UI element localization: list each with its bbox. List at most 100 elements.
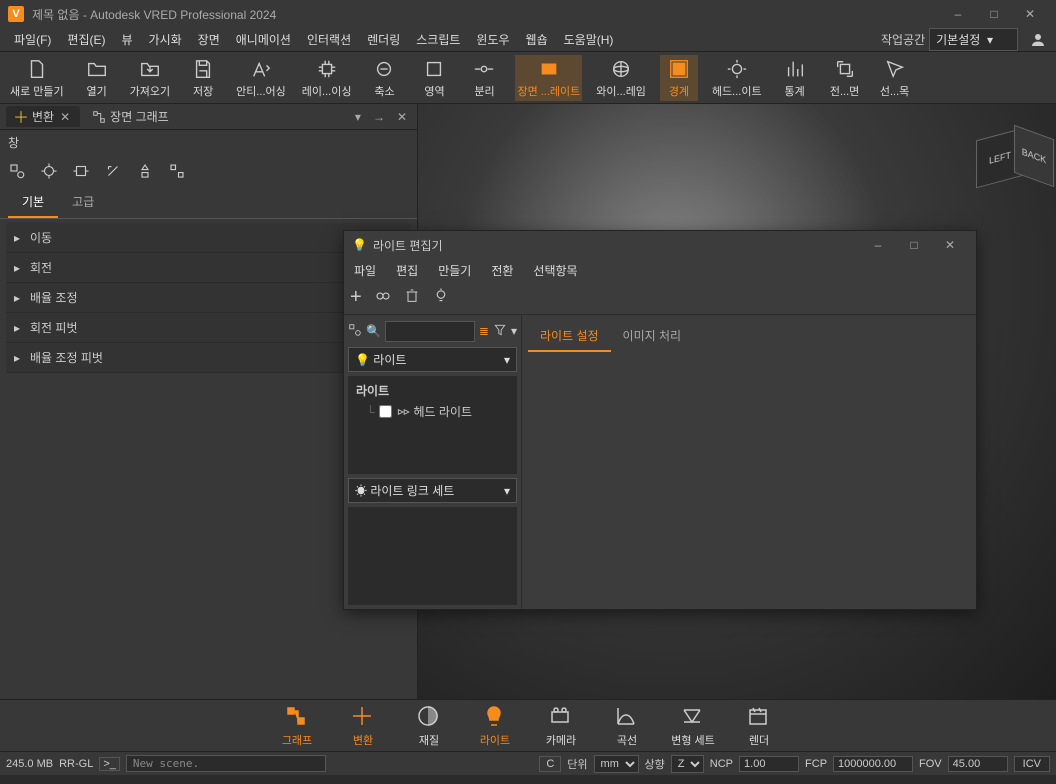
toolbtn-cpu[interactable]: 레이...이싱: [300, 55, 354, 101]
nav-1[interactable]: 변환: [339, 704, 387, 748]
viewcube[interactable]: LEFT BACK: [976, 124, 1036, 184]
delete-icon[interactable]: [404, 288, 420, 307]
tree-item-checkbox[interactable]: [379, 405, 392, 418]
search-input[interactable]: [385, 321, 475, 342]
terminal-icon[interactable]: >_: [99, 757, 120, 771]
rtab-image[interactable]: 이미지 처리: [611, 321, 694, 352]
up-select[interactable]: Z: [671, 755, 704, 773]
tree-item-headlight[interactable]: └ 헤드 라이트: [352, 401, 513, 422]
dlg-menu-convert[interactable]: 전환: [487, 262, 517, 279]
toolbtn-headlight[interactable]: 헤드...이트: [710, 55, 764, 101]
nav-3[interactable]: 라이트: [471, 704, 519, 748]
dialog-titlebar[interactable]: 💡 라이트 편집기 – □ ✕: [344, 231, 976, 259]
nav-7[interactable]: 렌더: [735, 704, 783, 748]
menu-window[interactable]: 윈도우: [468, 31, 517, 48]
add-icon[interactable]: +: [350, 286, 362, 309]
unit-select[interactable]: mm: [594, 755, 639, 773]
fov-input[interactable]: [948, 756, 1008, 772]
nav-6[interactable]: 변형 세트: [669, 704, 717, 748]
dialog-maximize[interactable]: □: [896, 233, 932, 257]
maximize-button[interactable]: □: [976, 0, 1012, 28]
pt-btn-4[interactable]: [102, 160, 124, 182]
nav-5[interactable]: 곡선: [603, 704, 651, 748]
menu-edit[interactable]: 편집(E): [59, 31, 113, 48]
tab-close-icon[interactable]: ✕: [58, 110, 72, 124]
search-mode-icon[interactable]: [348, 323, 362, 340]
menu-visualize[interactable]: 가시화: [141, 31, 190, 48]
chevron-right-icon: ▸: [14, 231, 24, 245]
dlg-menu-selection[interactable]: 선택항목: [529, 262, 581, 279]
toolbtn-label: 레이...이싱: [302, 83, 352, 99]
dlg-menu-edit[interactable]: 편집: [392, 262, 422, 279]
subtab-advanced[interactable]: 고급: [58, 187, 108, 218]
sort-icon[interactable]: ≣: [479, 324, 489, 338]
toolbtn-file[interactable]: 새로 만들기: [8, 55, 66, 101]
toolbtn-sel[interactable]: 선...목: [876, 55, 914, 101]
toolbtn-plate[interactable]: 장면 ...레이트: [515, 55, 582, 101]
pt-btn-2[interactable]: [38, 160, 60, 182]
icv-button[interactable]: ICV: [1014, 756, 1050, 772]
menu-scripts[interactable]: 스크립트: [408, 31, 468, 48]
light-link-combo[interactable]: ☀ 라이트 링크 세트 ▾: [348, 478, 517, 503]
minimize-button[interactable]: –: [940, 0, 976, 28]
sel-icon: [883, 57, 907, 81]
status-c[interactable]: C: [539, 756, 561, 772]
pt-btn-3[interactable]: [70, 160, 92, 182]
toolbtn-bound[interactable]: 경계: [660, 55, 698, 101]
light-tree[interactable]: 라이트 └ 헤드 라이트: [348, 376, 517, 474]
light-toggle-icon[interactable]: [432, 287, 450, 308]
dlg-menu-file[interactable]: 파일: [350, 262, 380, 279]
toolbtn-save[interactable]: 저장: [184, 55, 222, 101]
menu-animation[interactable]: 애니메이션: [228, 31, 299, 48]
pt-btn-5[interactable]: [134, 160, 156, 182]
panel-close-icon[interactable]: ✕: [393, 110, 411, 124]
menu-webshop[interactable]: 웹숍: [518, 31, 556, 48]
menu-scene[interactable]: 장면: [190, 31, 228, 48]
dialog-minimize[interactable]: –: [860, 233, 896, 257]
toolbtn-isolate[interactable]: 분리: [465, 55, 503, 101]
toolbtn-downscale[interactable]: 축소: [365, 55, 403, 101]
menu-interaction[interactable]: 인터랙션: [299, 31, 359, 48]
menu-view[interactable]: 뷰: [113, 31, 140, 48]
ncp-input[interactable]: [739, 756, 799, 772]
toolbtn-fullscreen[interactable]: 전...면: [826, 55, 864, 101]
dialog-menu: 파일 편집 만들기 전환 선택항목: [344, 259, 976, 281]
transform-icon: [14, 110, 28, 124]
filter-dropdown-icon[interactable]: ▾: [511, 324, 517, 338]
nav-4[interactable]: 카메라: [537, 704, 585, 748]
nav-0[interactable]: 그래프: [273, 704, 321, 748]
rtab-settings[interactable]: 라이트 설정: [528, 321, 611, 352]
save-icon: [191, 57, 215, 81]
dlg-menu-create[interactable]: 만들기: [434, 262, 475, 279]
duplicate-icon[interactable]: [374, 287, 392, 308]
light-link-tree[interactable]: [348, 507, 517, 605]
fcp-input[interactable]: [833, 756, 913, 772]
pt-btn-6[interactable]: [166, 160, 188, 182]
user-icon[interactable]: [1026, 28, 1050, 52]
toolbtn-label: 통계: [784, 83, 804, 99]
filter-icon[interactable]: [493, 323, 507, 340]
tab-transform[interactable]: 변환 ✕: [6, 106, 80, 127]
toolbtn-region[interactable]: 영역: [415, 55, 453, 101]
tab-scenegraph[interactable]: 장면 그래프: [84, 106, 177, 127]
toolbtn-import[interactable]: 가져오기: [128, 55, 172, 101]
subtab-basic[interactable]: 기본: [8, 187, 58, 218]
fcp-label: FCP: [805, 758, 827, 770]
menu-file[interactable]: 파일(F): [6, 31, 59, 48]
toolbtn-wire[interactable]: 와이...레임: [594, 55, 648, 101]
panel-menu-icon[interactable]: ▾: [351, 110, 365, 124]
menu-help[interactable]: 도움말(H): [556, 31, 622, 48]
dialog-close[interactable]: ✕: [932, 233, 968, 257]
light-type-combo[interactable]: 💡 라이트 ▾: [348, 347, 517, 372]
pt-btn-1[interactable]: [6, 160, 28, 182]
panel-detach-icon[interactable]: →: [369, 110, 389, 124]
close-button[interactable]: ✕: [1012, 0, 1048, 28]
toolbtn-aa[interactable]: 안티...어싱: [234, 55, 288, 101]
toolbtn-stats[interactable]: 통계: [776, 55, 814, 101]
menu-rendering[interactable]: 렌더링: [359, 31, 408, 48]
workspace-select[interactable]: 기본설정 ▾: [929, 28, 1018, 51]
viewcube-back[interactable]: BACK: [1014, 125, 1054, 188]
nav-2[interactable]: 재질: [405, 704, 453, 748]
toolbtn-folder[interactable]: 열기: [78, 55, 116, 101]
tree-root[interactable]: 라이트: [352, 380, 513, 401]
